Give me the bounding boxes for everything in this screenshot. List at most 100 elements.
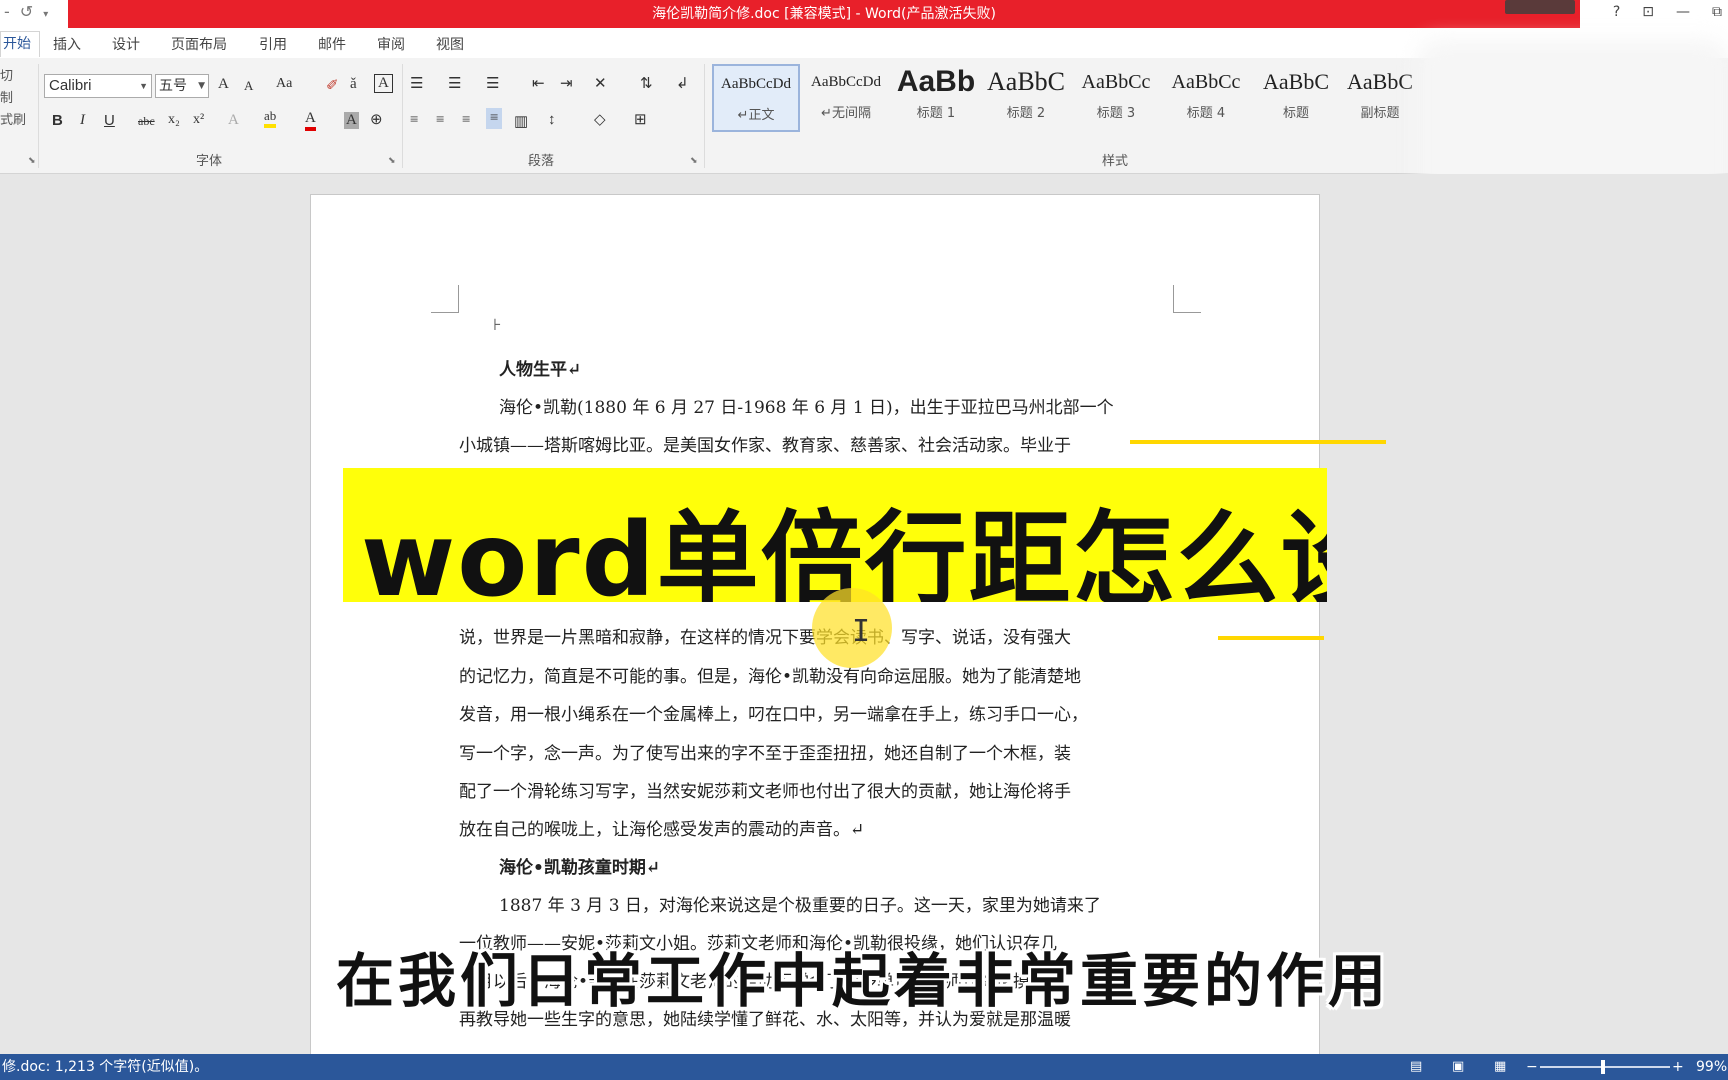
enclose-char-icon[interactable]: ⊕: [370, 110, 383, 129]
grow-font-button[interactable]: A: [218, 76, 229, 93]
style-no-spacing[interactable]: AaBbCcDd ↵无间隔: [802, 64, 890, 132]
bullets-icon[interactable]: ☰: [410, 74, 423, 93]
style-heading-2[interactable]: AaBbC 标题 2: [982, 64, 1070, 132]
align-center-icon[interactable]: ≡: [436, 112, 444, 129]
numbering-icon[interactable]: ☰: [448, 74, 461, 93]
copy-button[interactable]: 制: [0, 88, 26, 110]
web-layout-icon[interactable]: ▦: [1494, 1054, 1506, 1080]
title-bar: ‐↺▾ 海伦凯勒简介修.doc [兼容模式] - Word(产品激活失败) ? …: [0, 0, 1728, 28]
char-shading-icon[interactable]: A: [344, 112, 359, 129]
read-mode-icon[interactable]: ▤: [1410, 1054, 1422, 1080]
align-right-icon[interactable]: ≡: [462, 112, 470, 129]
body-line: 1887 年 3 月 3 日，对海伦来说这是个极重要的日子。这一天，家里为她请来…: [499, 896, 1101, 916]
tab-home[interactable]: 开始: [0, 31, 40, 57]
print-layout-icon[interactable]: ▣: [1452, 1054, 1464, 1080]
style-label: 标题 4: [1186, 106, 1226, 121]
clear-format-icon[interactable]: ✐: [326, 76, 339, 95]
style-preview: AaBbC: [1347, 69, 1413, 94]
body-line: 放在自己的喉咙上，让海伦感受发声的震动的声音。↵: [459, 820, 865, 840]
tab-references[interactable]: 引用: [259, 34, 287, 54]
restore-icon[interactable]: ⧉: [1712, 4, 1722, 20]
body-line: 写一个字，念一声。为了使写出来的字不至于歪歪扭扭，她还自制了一个木框，装: [459, 744, 1071, 764]
subscript-button[interactable]: x₂: [168, 112, 180, 128]
zoom-level[interactable]: 99%: [1696, 1054, 1727, 1080]
style-preview: AaBbCcDd: [811, 74, 881, 90]
body-line: 的记忆力，简直是不可能的事。但是，海伦•凯勒没有向命运屈服。她为了能清楚地: [459, 667, 1082, 687]
divider: [704, 64, 705, 168]
zoom-slider-thumb[interactable]: [1601, 1060, 1605, 1074]
char-border-icon[interactable]: A: [374, 74, 393, 93]
style-heading-1[interactable]: AaBb 标题 1: [892, 64, 980, 132]
style-preview: AaBbCc: [1081, 71, 1151, 93]
align-left-icon[interactable]: ≡: [410, 112, 418, 129]
justify-icon[interactable]: ≡: [486, 108, 503, 129]
body-line: 配了一个滑轮练习写字，当然安妮莎莉文老师也付出了很大的贡献，她让海伦将手: [459, 782, 1071, 802]
italic-button[interactable]: I: [80, 112, 85, 129]
window-title: 海伦凯勒简介修.doc [兼容模式] - Word(产品激活失败): [68, 0, 1580, 28]
font-launcher-icon[interactable]: ⬊: [388, 156, 396, 166]
style-label: 标题 1: [916, 106, 956, 121]
ribbon-display-icon[interactable]: ⊡: [1642, 4, 1654, 20]
style-preview: AaBbC: [1263, 69, 1329, 94]
customize-icon[interactable]: ▾: [43, 9, 58, 20]
body-line: 发音，用一根小绳系在一个金属棒上，叼在口中，另一端拿在手上，练习手口一心，: [459, 705, 1088, 725]
shading-icon[interactable]: ◇: [594, 110, 606, 129]
distributed-icon[interactable]: ▥: [514, 112, 528, 131]
tab-review[interactable]: 审阅: [377, 34, 405, 54]
tab-view[interactable]: 视图: [436, 34, 464, 54]
clipboard-launcher-icon[interactable]: ⬊: [28, 156, 36, 166]
style-subtitle[interactable]: AaBbC 副标题: [1342, 64, 1418, 132]
paragraph-launcher-icon[interactable]: ⬊: [690, 156, 698, 166]
strikethrough-button[interactable]: abc: [138, 114, 155, 129]
tab-insert[interactable]: 插入: [53, 34, 81, 54]
help-icon[interactable]: ?: [1613, 4, 1620, 20]
cut-button[interactable]: 切: [0, 66, 26, 88]
superscript-button[interactable]: x²: [193, 112, 204, 128]
show-marks-icon[interactable]: ↲: [676, 74, 689, 93]
style-preview: AaBbCcDd: [721, 76, 791, 92]
change-case-button[interactable]: Aa: [276, 76, 292, 92]
minimize-icon[interactable]: —: [1676, 4, 1690, 20]
account-badge[interactable]: [1505, 0, 1575, 14]
clipboard-group: 切 制 式刷: [0, 66, 26, 132]
phonetic-guide-icon[interactable]: ǎ: [350, 76, 357, 93]
multilevel-list-icon[interactable]: ☰: [486, 74, 499, 93]
tab-design[interactable]: 设计: [112, 34, 140, 54]
shrink-font-button[interactable]: A: [244, 78, 253, 94]
bold-button[interactable]: B: [52, 112, 63, 129]
line-spacing-icon[interactable]: ↕: [548, 112, 556, 129]
increase-indent-icon[interactable]: ⇥: [560, 74, 573, 93]
heading-line: 人物生平↵: [499, 360, 582, 380]
format-painter-button[interactable]: 式刷: [0, 110, 26, 132]
tab-layout[interactable]: 页面布局: [171, 34, 227, 54]
text-effects-icon[interactable]: A: [228, 112, 239, 129]
font-name-select[interactable]: Calibri ▼: [44, 74, 152, 98]
zoom-out-icon[interactable]: −: [1526, 1054, 1538, 1080]
highlight-icon[interactable]: ab: [264, 108, 277, 128]
style-label: 副标题: [1360, 106, 1400, 121]
status-bar: 修.doc: 1,213 个字符(近似值)。 ▤ ▣ ▦ − + 99%: [0, 1054, 1728, 1080]
borders-icon[interactable]: ⊞: [634, 110, 647, 129]
save-icon[interactable]: ‐: [4, 2, 20, 21]
style-title[interactable]: AaBbC 标题: [1252, 64, 1340, 132]
font-color-icon[interactable]: A: [305, 110, 316, 131]
underline-button[interactable]: U: [104, 112, 115, 129]
highlight-line: [1218, 636, 1324, 640]
heading-line: 海伦•凯勒孩童时期↵: [499, 858, 661, 878]
zoom-in-icon[interactable]: +: [1672, 1054, 1684, 1080]
style-label: ↵无间隔: [821, 106, 871, 121]
font-size-select[interactable]: 五号 ▼: [155, 74, 209, 98]
style-normal[interactable]: AaBbCcDd ↵正文: [712, 64, 800, 132]
word-count-status[interactable]: 修.doc: 1,213 个字符(近似值)。: [2, 1054, 208, 1080]
quick-access-toolbar: ‐↺▾: [4, 2, 58, 21]
style-heading-3[interactable]: AaBbCc 标题 3: [1072, 64, 1160, 132]
divider: [38, 64, 39, 168]
redo-icon[interactable]: ↺: [20, 2, 43, 21]
style-label: ↵正文: [737, 108, 775, 123]
decrease-indent-icon[interactable]: ⇤: [532, 74, 545, 93]
zoom-slider[interactable]: [1540, 1066, 1670, 1068]
chinese-layout-icon[interactable]: ✕: [594, 74, 607, 93]
style-heading-4[interactable]: AaBbCc 标题 4: [1162, 64, 1250, 132]
sort-icon[interactable]: ⇅: [640, 74, 653, 93]
tab-mailings[interactable]: 邮件: [318, 34, 346, 54]
